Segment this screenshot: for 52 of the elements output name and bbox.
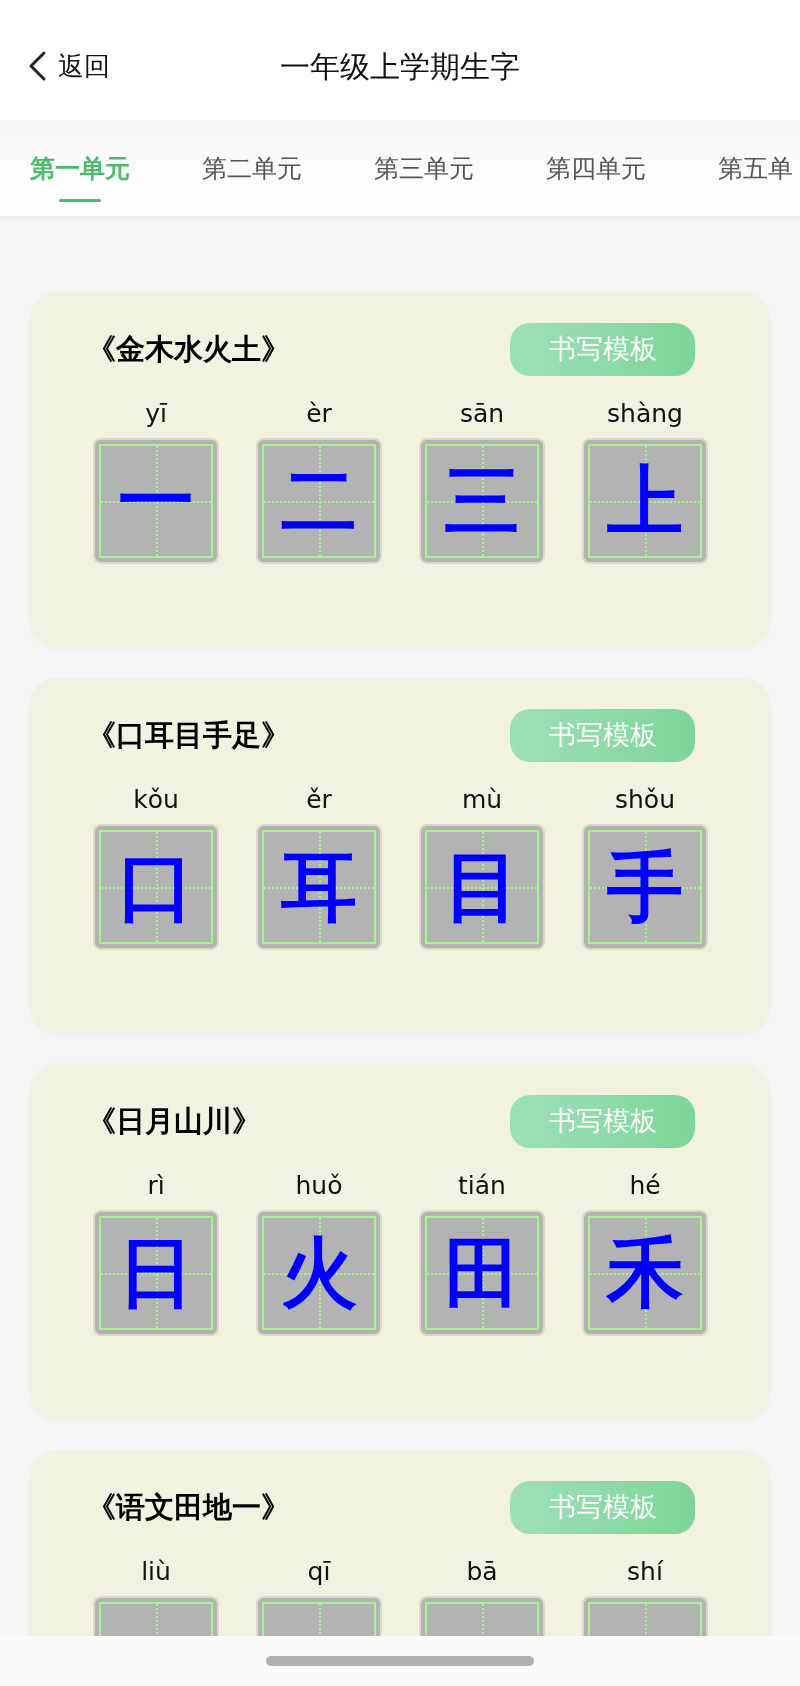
character-grid[interactable]: 上 [584, 440, 706, 562]
pinyin-label: shàng [607, 398, 683, 430]
character: 耳 [281, 849, 357, 925]
pinyin-label: huǒ [295, 1170, 343, 1202]
character: 火 [281, 1235, 357, 1311]
unit-tab[interactable]: 第五单 [718, 120, 793, 202]
character: 二 [281, 463, 357, 539]
character: 三 [444, 463, 520, 539]
pinyin-label: èr [306, 398, 332, 430]
character-grid[interactable]: 日 [95, 1212, 217, 1334]
character-grid[interactable]: 目 [421, 826, 543, 948]
pinyin-label: bā [466, 1556, 498, 1588]
character: 田 [444, 1235, 520, 1311]
lesson-title: 《金木水火土》 [87, 330, 290, 368]
pinyin-label: rì [147, 1170, 165, 1202]
pinyin-label: liù [141, 1556, 171, 1588]
pinyin-label: ěr [306, 784, 332, 816]
character: 目 [444, 849, 520, 925]
pinyin-label: qī [307, 1556, 331, 1588]
pinyin-label: kǒu [133, 784, 179, 816]
lesson-title: 《口耳目手足》 [87, 716, 290, 754]
lesson-title: 《语文田地一》 [87, 1488, 290, 1526]
pinyin-label: tián [458, 1170, 506, 1202]
character: 一 [118, 463, 194, 539]
character-grid[interactable]: 手 [584, 826, 706, 948]
unit-tab[interactable]: 第一单元 [30, 120, 130, 202]
character-grid[interactable]: 一 [95, 440, 217, 562]
character: 口 [118, 849, 194, 925]
character-grid[interactable]: 口 [95, 826, 217, 948]
unit-tab[interactable]: 第二单元 [202, 120, 302, 202]
pinyin-label: mù [461, 784, 503, 816]
unit-tab[interactable]: 第三单元 [374, 120, 474, 202]
lesson-title: 《日月山川》 [87, 1102, 261, 1140]
unit-tab[interactable]: 第四单元 [546, 120, 646, 202]
pinyin-label: yī [145, 398, 167, 430]
pinyin-label: shí [627, 1556, 663, 1588]
character-grid[interactable]: 耳 [258, 826, 380, 948]
character: 上 [607, 463, 683, 539]
back-button[interactable]: 返回 [26, 46, 110, 86]
page-title: 一年级上学期生字 [280, 48, 520, 86]
home-indicator[interactable] [266, 1656, 534, 1666]
character: 日 [118, 1235, 194, 1311]
pinyin-label: shǒu [615, 784, 675, 816]
character-grid[interactable]: 三 [421, 440, 543, 562]
character-grid[interactable]: 禾 [584, 1212, 706, 1334]
character-grid[interactable]: 火 [258, 1212, 380, 1334]
character-grid[interactable]: 二 [258, 440, 380, 562]
character: 禾 [607, 1235, 683, 1311]
character: 手 [607, 849, 683, 925]
pinyin-label: sān [459, 398, 505, 430]
character-grid[interactable]: 田 [421, 1212, 543, 1334]
pinyin-label: hé [629, 1170, 661, 1202]
